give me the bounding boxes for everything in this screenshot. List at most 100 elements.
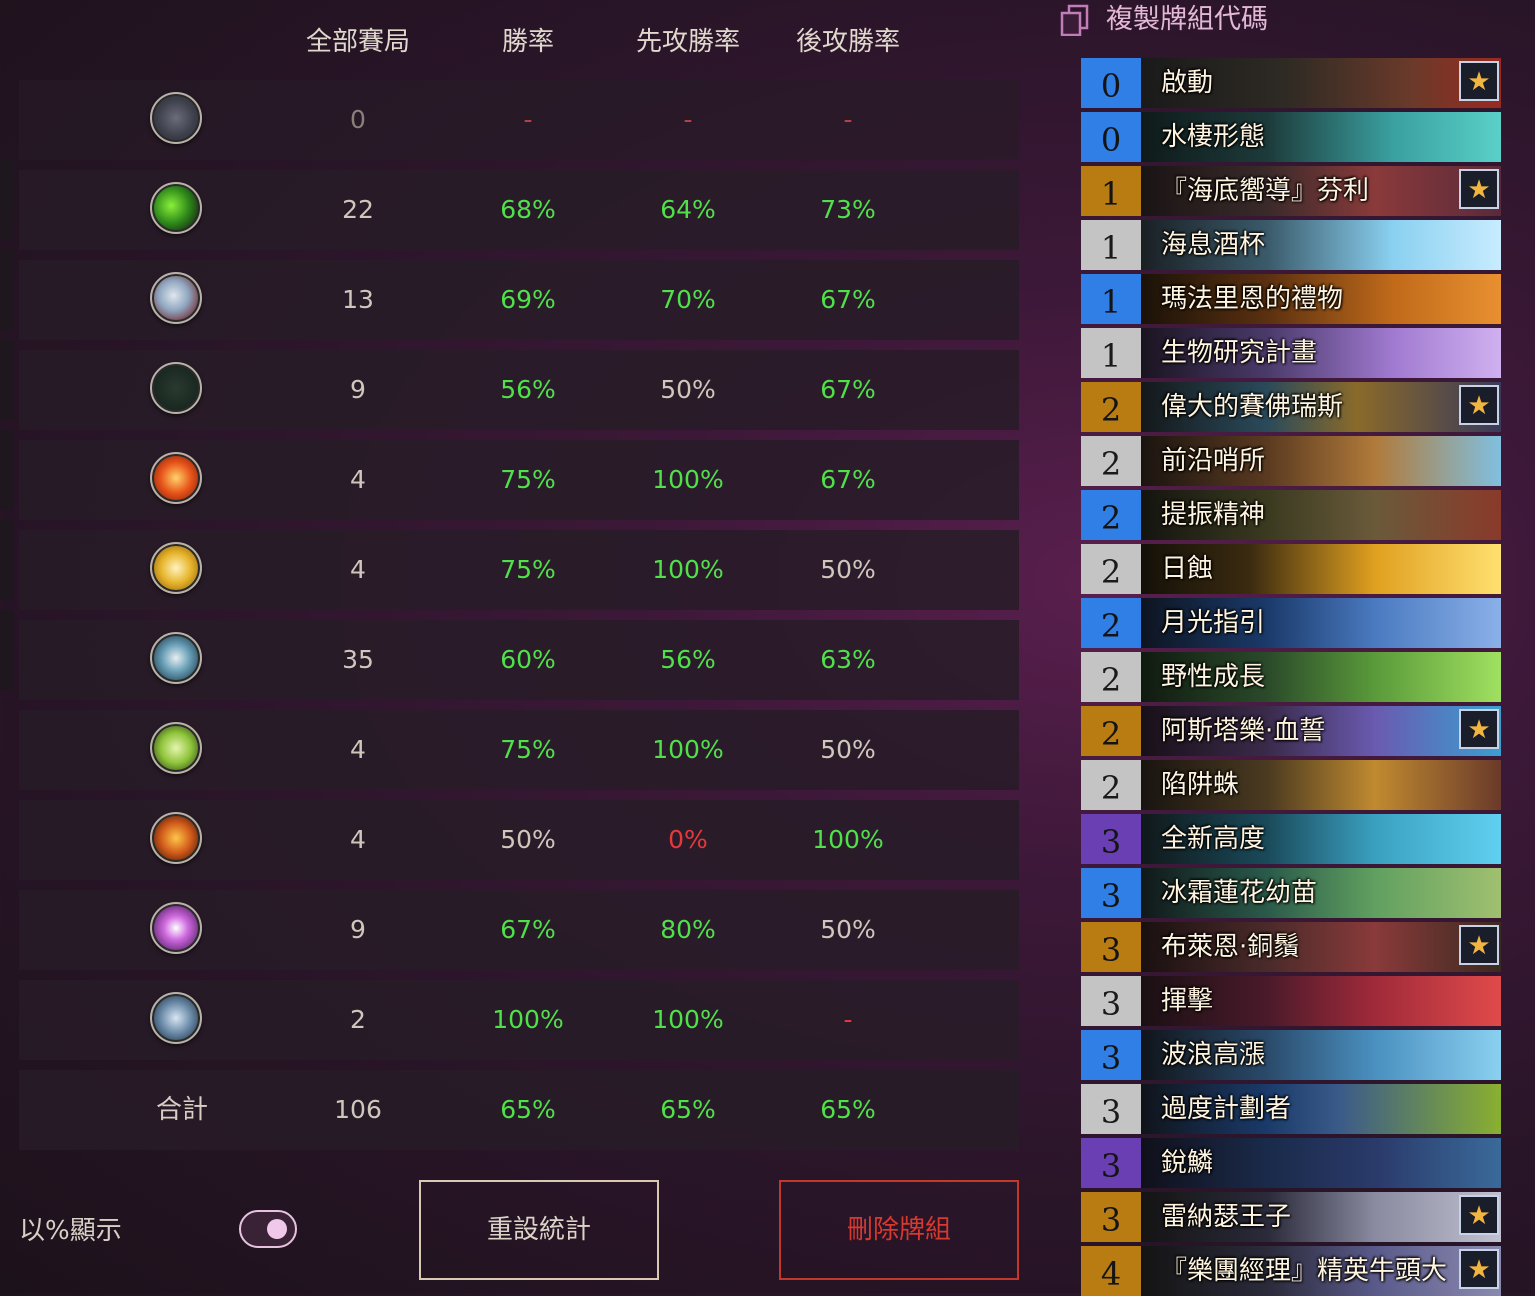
card-cost: 3 <box>1081 1192 1141 1242</box>
deck-card[interactable]: 3 過度計劃者 <box>1081 1084 1501 1134</box>
cell-first: 56% <box>660 645 716 674</box>
deck-card[interactable]: 4 『樂團經理』精英牛頭大 ★ <box>1081 1246 1501 1296</box>
deck-card[interactable]: 2 野性成長 <box>1081 652 1501 702</box>
cell-games: 0 <box>350 105 366 134</box>
cell-games: 4 <box>350 465 366 494</box>
card-cost: 2 <box>1081 760 1141 810</box>
deck-card[interactable]: 2 前沿哨所 <box>1081 436 1501 486</box>
card-name: 『海底嚮導』芬利 <box>1161 176 1370 206</box>
deck-card[interactable]: 3 全新高度 <box>1081 814 1501 864</box>
druid-class-icon <box>150 272 202 324</box>
card-name: 生物研究計畫 <box>1161 338 1318 368</box>
cell-first: 0% <box>668 825 708 854</box>
card-cost: 2 <box>1081 382 1141 432</box>
cell-winrate: 68% <box>500 195 556 224</box>
card-name: 提振精神 <box>1161 500 1266 530</box>
deck-card[interactable]: 3 波浪高漲 <box>1081 1030 1501 1080</box>
table-row: 4 50% 0% 100% <box>19 800 1019 880</box>
shaman-class-icon <box>150 812 202 864</box>
deck-card[interactable]: 2 偉大的賽佛瑞斯 ★ <box>1081 382 1501 432</box>
percent-toggle-label: 以%顯示 <box>19 1216 122 1246</box>
deck-card[interactable]: 1 『海底嚮導』芬利 ★ <box>1081 166 1501 216</box>
column-header-second: 後攻勝率 <box>795 27 900 57</box>
cell-first: 100% <box>652 465 724 494</box>
deck-card[interactable]: 3 雷納瑟王子 ★ <box>1081 1192 1501 1242</box>
card-cost: 2 <box>1081 598 1141 648</box>
deck-card[interactable]: 2 提振精神 <box>1081 490 1501 540</box>
cell-games: 9 <box>350 375 366 404</box>
cell-games: 4 <box>350 825 366 854</box>
cell-winrate: 75% <box>500 555 556 584</box>
table-row: 2 100% 100% - <box>19 980 1019 1060</box>
edge-stripe <box>0 610 14 690</box>
reset-stats-button[interactable]: 重設統計 <box>419 1180 659 1280</box>
table-row: 9 67% 80% 50% <box>19 890 1019 970</box>
card-cost: 2 <box>1081 544 1141 594</box>
table-row: 4 75% 100% 50% <box>19 530 1019 610</box>
deck-card[interactable]: 2 阿斯塔樂·血誓 ★ <box>1081 706 1501 756</box>
column-header-games: 全部賽局 <box>305 27 410 57</box>
card-name: 布萊恩·銅鬚 <box>1161 932 1300 962</box>
cell-first: 100% <box>652 735 724 764</box>
cell-games: 4 <box>350 735 366 764</box>
edge-stripe <box>0 520 14 600</box>
cell-second: 67% <box>820 375 876 404</box>
deck-card[interactable]: 2 陷阱蛛 <box>1081 760 1501 810</box>
deck-card[interactable]: 1 海息酒杯 <box>1081 220 1501 270</box>
deck-card[interactable]: 3 銳鱗 <box>1081 1138 1501 1188</box>
deck-card[interactable]: 2 月光指引 <box>1081 598 1501 648</box>
cell-first: 100% <box>652 555 724 584</box>
copy-icon <box>1060 4 1089 36</box>
percent-toggle[interactable] <box>239 1210 297 1248</box>
edge-stripe <box>0 430 14 510</box>
total-first-winrate: 65% <box>660 1095 716 1124</box>
legendary-star-icon: ★ <box>1459 385 1499 425</box>
card-cost: 2 <box>1081 436 1141 486</box>
deck-card[interactable]: 1 瑪法里恩的禮物 <box>1081 274 1501 324</box>
cell-winrate: 100% <box>492 1005 564 1034</box>
card-name: 海息酒杯 <box>1161 230 1266 260</box>
deck-card[interactable]: 3 布萊恩·銅鬚 ★ <box>1081 922 1501 972</box>
deck-card[interactable]: 3 揮擊 <box>1081 976 1501 1026</box>
card-cost: 1 <box>1081 274 1141 324</box>
cell-games: 13 <box>342 285 374 314</box>
table-row: 35 60% 56% 63% <box>19 620 1019 700</box>
card-cost: 3 <box>1081 1138 1141 1188</box>
cell-second: 50% <box>820 915 876 944</box>
card-cost: 3 <box>1081 1030 1141 1080</box>
total-games: 106 <box>334 1095 382 1124</box>
cell-winrate: 75% <box>500 465 556 494</box>
card-name: 啟動 <box>1161 68 1214 98</box>
cell-first: 50% <box>660 375 716 404</box>
card-name: 瑪法里恩的禮物 <box>1161 284 1344 314</box>
mage-class-icon <box>150 452 202 504</box>
deck-card[interactable]: 3 冰霜蓮花幼苗 <box>1081 868 1501 918</box>
cell-winrate: 69% <box>500 285 556 314</box>
cell-games: 22 <box>342 195 374 224</box>
cell-second: 73% <box>820 195 876 224</box>
deck-card[interactable]: 1 生物研究計畫 <box>1081 328 1501 378</box>
edge-stripe <box>0 160 14 240</box>
card-name: 野性成長 <box>1161 662 1266 692</box>
cell-second: 50% <box>820 735 876 764</box>
cell-second: 67% <box>820 285 876 314</box>
cell-winrate: 75% <box>500 735 556 764</box>
warrior-class-icon <box>150 992 202 1044</box>
deck-card[interactable]: 2 日蝕 <box>1081 544 1501 594</box>
cell-first: 100% <box>652 1005 724 1034</box>
legendary-star-icon: ★ <box>1459 925 1499 965</box>
card-name: 過度計劃者 <box>1161 1094 1292 1124</box>
paladin-class-icon <box>150 542 202 594</box>
delete-deck-button[interactable]: 刪除牌組 <box>779 1180 1019 1280</box>
total-label: 合計 <box>155 1095 208 1125</box>
card-name: 雷納瑟王子 <box>1161 1202 1292 1232</box>
deck-card[interactable]: 0 啟動 ★ <box>1081 58 1501 108</box>
card-cost: 1 <box>1081 166 1141 216</box>
card-name: 揮擊 <box>1161 986 1214 1016</box>
table-row: 22 68% 64% 73% <box>19 170 1019 250</box>
card-name: 月光指引 <box>1161 608 1266 638</box>
cell-second: 67% <box>820 465 876 494</box>
card-name: 偉大的賽佛瑞斯 <box>1161 392 1344 422</box>
deck-card[interactable]: 0 水棲形態 <box>1081 112 1501 162</box>
legendary-star-icon: ★ <box>1459 1195 1499 1235</box>
